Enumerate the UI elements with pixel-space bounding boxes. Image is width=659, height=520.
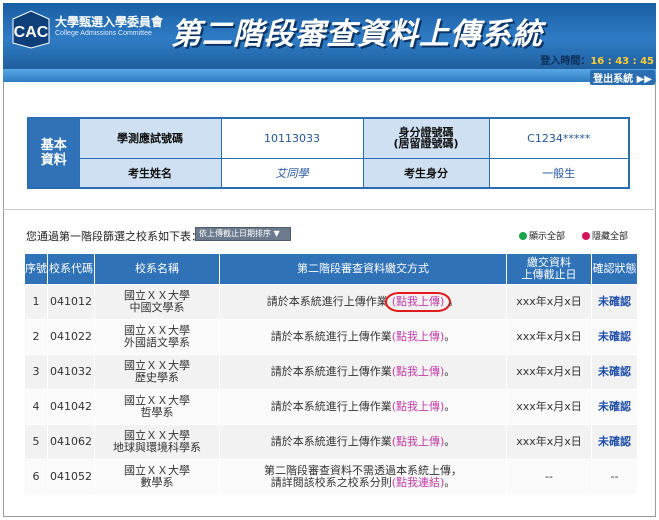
name-value: 艾同學 [220, 157, 364, 189]
org-name-cn: 大學甄選入學委員會 [55, 15, 164, 29]
svg-text:CAC: CAC [14, 24, 49, 41]
org-name-en: College Admissions Committee [55, 30, 152, 37]
row-code: 041012 [47, 284, 95, 320]
sub-bar [3, 69, 656, 82]
basic-info-table: 基本 資料 學測應試號碼 10113033 身分證號碼 (居留證號碼) C1234*… [27, 117, 630, 189]
col-seq-header: 序號 [24, 253, 48, 285]
row-seq: 2 [24, 319, 48, 355]
col-deadline-header: 繳交資料 上傳截止日 [506, 253, 592, 285]
row-deadline: xxx年x月x日 [506, 389, 592, 425]
list-intro-text: 您通過第一階段篩選之校系如下表： [26, 230, 202, 243]
row-status[interactable]: 未確認 [591, 389, 638, 425]
row-name: 國立ＸＸ大學 歷史學系 [94, 354, 220, 390]
upload-link[interactable]: (點我上傳) [392, 400, 445, 413]
status-value: 一般生 [488, 157, 630, 189]
row-name: 國立ＸＸ大學 外國語文學系 [94, 319, 220, 355]
table-row: 4 041042 國立ＸＸ大學 哲學系 請於本系統進行上傳作業(點我上傳)。 xx… [24, 389, 638, 425]
detail-link[interactable]: (點我連結) [392, 476, 445, 489]
row-seq: 4 [24, 389, 48, 425]
table-header-row: 序號 校系代碼 校系名稱 第二階段審查資料繳交方式 繳交資料 上傳截止日 確認狀態 [24, 253, 638, 285]
row-code: 041022 [47, 319, 95, 355]
col-name-header: 校系名稱 [94, 253, 220, 285]
row-seq: 3 [24, 354, 48, 390]
row-name: 國立ＸＸ大學 數學系 [94, 459, 220, 495]
row-code: 041032 [47, 354, 95, 390]
section-divider [3, 209, 656, 210]
name-label: 考生姓名 [78, 157, 222, 189]
logout-button[interactable]: 登出系統 ▶▶ [590, 70, 655, 85]
row-method: 請於本系統進行上傳作業(點我上傳)。 [219, 424, 507, 460]
row-method: 請於本系統進行上傳作業(點我上傳)。 [219, 284, 507, 320]
row-seq: 6 [24, 459, 48, 495]
row-status[interactable]: 未確認 [591, 354, 638, 390]
col-code-header: 校系代碼 [47, 253, 95, 285]
upload-link[interactable]: (點我上傳) [392, 365, 445, 378]
id-no-label: 身分證號碼 (居留證號碼) [362, 117, 490, 159]
login-time: 登入時間：16 : 43 : 45 [540, 52, 654, 67]
row-deadline: xxx年x月x日 [506, 284, 592, 320]
table-row: 2 041022 國立ＸＸ大學 外國語文學系 請於本系統進行上傳作業(點我上傳)。… [24, 319, 638, 355]
header-banner: CAC 大學甄選入學委員會 College Admissions Committ… [3, 3, 656, 69]
row-code: 041052 [47, 459, 95, 495]
upload-link[interactable]: (點我上傳) [392, 435, 445, 448]
table-row: 1 041012 國立ＸＸ大學 中國文學系 請於本系統進行上傳作業 (點我上傳)。 … [24, 284, 638, 320]
exam-no-label: 學測應試號碼 [78, 117, 222, 159]
system-title: 第二階段審查資料上傳系統 [171, 17, 543, 52]
row-method: 請於本系統進行上傳作業(點我上傳)。 [219, 354, 507, 390]
upload-link[interactable]: (點我上傳) [392, 295, 445, 308]
department-table: 序號 校系代碼 校系名稱 第二階段審查資料繳交方式 繳交資料 上傳截止日 確認狀態… [24, 253, 638, 495]
upload-link[interactable]: (點我上傳) [392, 330, 445, 343]
row-method: 請於本系統進行上傳作業(點我上傳)。 [219, 319, 507, 355]
row-deadline: xxx年x月x日 [506, 354, 592, 390]
basic-info-side-label: 基本 資料 [27, 117, 80, 189]
row-status[interactable]: 未確認 [591, 284, 638, 320]
green-dot-icon [519, 232, 527, 240]
show-all-toggle[interactable]: 顯示全部 [519, 229, 565, 242]
row-deadline: xxx年x月x日 [506, 424, 592, 460]
id-no-value: C1234***** [488, 117, 630, 159]
upload-link-highlight: (點我上傳) [384, 292, 452, 312]
row-status[interactable]: 未確認 [591, 319, 638, 355]
sort-dropdown[interactable]: 依上傳截止日期排序 ▼ [195, 227, 291, 241]
table-row: 5 041062 國立ＸＸ大學 地球與環境科學系 請於本系統進行上傳作業(點我上傳… [24, 424, 638, 460]
status-label: 考生身分 [362, 157, 490, 189]
row-deadline: -- [506, 459, 592, 495]
table-row: 3 041032 國立ＸＸ大學 歷史學系 請於本系統進行上傳作業(點我上傳)。 x… [24, 354, 638, 390]
col-method-header: 第二階段審查資料繳交方式 [219, 253, 507, 285]
row-name: 國立ＸＸ大學 中國文學系 [94, 284, 220, 320]
row-method: 請於本系統進行上傳作業(點我上傳)。 [219, 389, 507, 425]
row-status[interactable]: 未確認 [591, 424, 638, 460]
col-status-header: 確認狀態 [591, 253, 638, 285]
table-row: 6 041052 國立ＸＸ大學 數學系 第二階段審查資料不需透過本系統上傳， 請詳閱… [24, 459, 638, 495]
red-dot-icon [582, 232, 590, 240]
row-code: 041042 [47, 389, 95, 425]
row-seq: 1 [24, 284, 48, 320]
row-deadline: xxx年x月x日 [506, 319, 592, 355]
cac-logo-icon: CAC [12, 10, 50, 49]
login-time-value: 16 : 43 : 45 [590, 56, 654, 67]
row-name: 國立ＸＸ大學 地球與環境科學系 [94, 424, 220, 460]
row-method: 第二階段審查資料不需透過本系統上傳， 請詳閱該校系之校系分則(點我連結)。 [219, 459, 507, 495]
row-status: -- [591, 459, 638, 495]
row-code: 041062 [47, 424, 95, 460]
row-seq: 5 [24, 424, 48, 460]
hide-all-toggle[interactable]: 隱藏全部 [582, 229, 628, 242]
row-name: 國立ＸＸ大學 哲學系 [94, 389, 220, 425]
login-time-label: 登入時間： [540, 56, 591, 67]
exam-no-value: 10113033 [220, 117, 364, 159]
